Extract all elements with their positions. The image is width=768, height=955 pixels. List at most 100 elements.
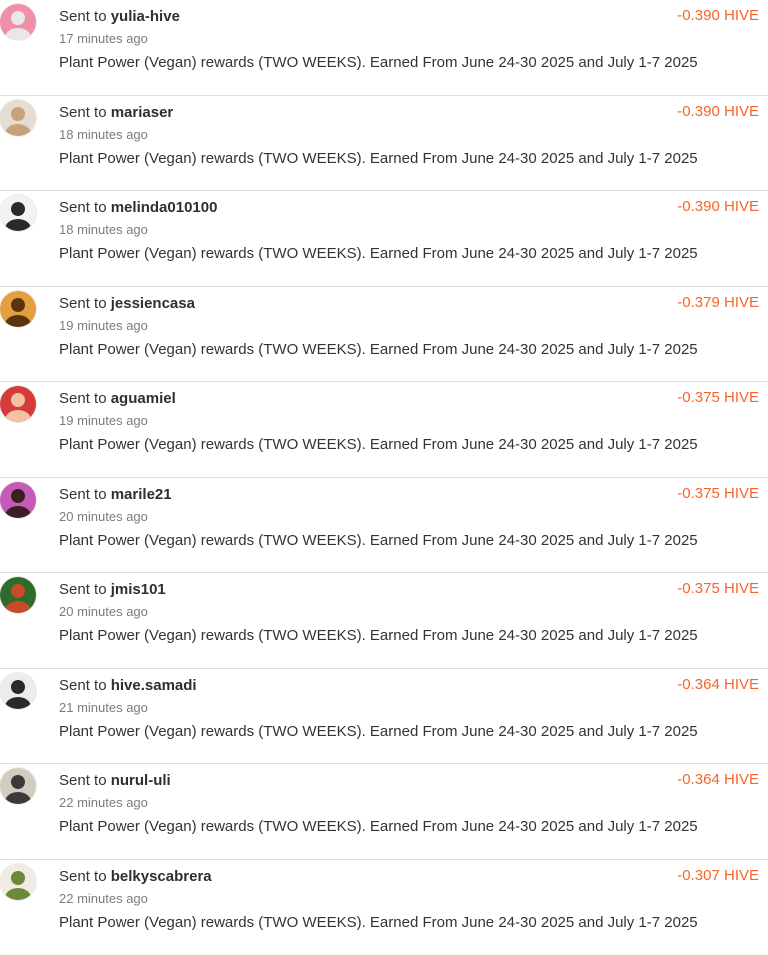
transfer-memo: Plant Power (Vegan) rewards (TWO WEEKS).… bbox=[59, 723, 698, 741]
transfer-memo: Plant Power (Vegan) rewards (TWO WEEKS).… bbox=[59, 54, 698, 72]
avatar-head bbox=[11, 680, 25, 694]
transfer-title: Sent to jmis101 bbox=[59, 581, 166, 599]
transfer-prefix: Sent to bbox=[59, 199, 107, 216]
recipient-link[interactable]: belkyscabrera bbox=[111, 868, 212, 885]
transfer-title: Sent to marile21 bbox=[59, 486, 172, 504]
recipient-link[interactable]: hive.samadi bbox=[111, 677, 197, 694]
transfer-row: Sent to mariaser 18 minutes ago Plant Po… bbox=[0, 96, 768, 192]
transfer-memo: Plant Power (Vegan) rewards (TWO WEEKS).… bbox=[59, 627, 698, 645]
transfer-amount: -0.390 HIVE bbox=[677, 103, 759, 121]
avatar-head bbox=[11, 775, 25, 789]
transfer-prefix: Sent to bbox=[59, 295, 107, 312]
transfer-timestamp: 19 minutes ago bbox=[59, 318, 148, 334]
transfer-amount: -0.390 HIVE bbox=[677, 198, 759, 216]
transfer-amount: -0.375 HIVE bbox=[677, 485, 759, 503]
avatar-head bbox=[11, 871, 25, 885]
transfer-amount: -0.364 HIVE bbox=[677, 771, 759, 789]
transfer-timestamp: 18 minutes ago bbox=[59, 127, 148, 143]
transfer-timestamp: 17 minutes ago bbox=[59, 31, 148, 47]
recipient-link[interactable]: aguamiel bbox=[111, 390, 176, 407]
transfer-memo: Plant Power (Vegan) rewards (TWO WEEKS).… bbox=[59, 914, 698, 932]
avatar[interactable] bbox=[0, 482, 36, 518]
transfer-title: Sent to aguamiel bbox=[59, 390, 176, 408]
avatar-image bbox=[0, 195, 36, 231]
transfer-prefix: Sent to bbox=[59, 8, 107, 25]
avatar[interactable] bbox=[0, 768, 36, 804]
avatar[interactable] bbox=[0, 386, 36, 422]
transfer-memo: Plant Power (Vegan) rewards (TWO WEEKS).… bbox=[59, 150, 698, 168]
transfer-prefix: Sent to bbox=[59, 772, 107, 789]
transfer-title: Sent to melinda010100 bbox=[59, 199, 217, 217]
avatar-head bbox=[11, 584, 25, 598]
avatar-image bbox=[0, 386, 36, 422]
recipient-link[interactable]: marile21 bbox=[111, 486, 172, 503]
transfer-memo: Plant Power (Vegan) rewards (TWO WEEKS).… bbox=[59, 341, 698, 359]
transfer-prefix: Sent to bbox=[59, 677, 107, 694]
transfer-title: Sent to belkyscabrera bbox=[59, 868, 212, 886]
transfer-row: Sent to hive.samadi 21 minutes ago Plant… bbox=[0, 669, 768, 765]
transfer-row: Sent to yulia-hive 17 minutes ago Plant … bbox=[0, 0, 768, 96]
transfer-row: Sent to melinda010100 18 minutes ago Pla… bbox=[0, 191, 768, 287]
avatar[interactable] bbox=[0, 673, 36, 709]
avatar-head bbox=[11, 489, 25, 503]
avatar-image bbox=[0, 291, 36, 327]
transfer-timestamp: 19 minutes ago bbox=[59, 413, 148, 429]
avatar[interactable] bbox=[0, 864, 36, 900]
transfer-row: Sent to nurul-uli 22 minutes ago Plant P… bbox=[0, 764, 768, 860]
avatar[interactable] bbox=[0, 100, 36, 136]
avatar[interactable] bbox=[0, 577, 36, 613]
transfer-amount: -0.364 HIVE bbox=[677, 676, 759, 694]
avatar-image bbox=[0, 673, 36, 709]
transfer-history-list: Sent to yulia-hive 17 minutes ago Plant … bbox=[0, 0, 768, 934]
recipient-link[interactable]: melinda010100 bbox=[111, 199, 218, 216]
transfer-title: Sent to yulia-hive bbox=[59, 8, 180, 26]
transfer-prefix: Sent to bbox=[59, 486, 107, 503]
transfer-row: Sent to belkyscabrera 22 minutes ago Pla… bbox=[0, 860, 768, 955]
avatar-image bbox=[0, 864, 36, 900]
transfer-prefix: Sent to bbox=[59, 104, 107, 121]
transfer-timestamp: 22 minutes ago bbox=[59, 795, 148, 811]
transfer-row: Sent to aguamiel 19 minutes ago Plant Po… bbox=[0, 382, 768, 478]
avatar-head bbox=[11, 11, 25, 25]
recipient-link[interactable]: nurul-uli bbox=[111, 772, 171, 789]
avatar-image bbox=[0, 482, 36, 518]
transfer-memo: Plant Power (Vegan) rewards (TWO WEEKS).… bbox=[59, 436, 698, 454]
avatar[interactable] bbox=[0, 4, 36, 40]
recipient-link[interactable]: jessiencasa bbox=[111, 295, 195, 312]
transfer-timestamp: 22 minutes ago bbox=[59, 891, 148, 907]
transfer-title: Sent to mariaser bbox=[59, 104, 173, 122]
recipient-link[interactable]: mariaser bbox=[111, 104, 174, 121]
recipient-link[interactable]: jmis101 bbox=[111, 581, 166, 598]
avatar[interactable] bbox=[0, 195, 36, 231]
avatar-image bbox=[0, 100, 36, 136]
transfer-amount: -0.379 HIVE bbox=[677, 294, 759, 312]
avatar-head bbox=[11, 107, 25, 121]
transfer-amount: -0.375 HIVE bbox=[677, 580, 759, 598]
transfer-amount: -0.390 HIVE bbox=[677, 7, 759, 25]
transfer-timestamp: 20 minutes ago bbox=[59, 604, 148, 620]
transfer-timestamp: 20 minutes ago bbox=[59, 509, 148, 525]
transfer-title: Sent to hive.samadi bbox=[59, 677, 197, 695]
recipient-link[interactable]: yulia-hive bbox=[111, 8, 180, 25]
avatar-image bbox=[0, 4, 36, 40]
transfer-memo: Plant Power (Vegan) rewards (TWO WEEKS).… bbox=[59, 818, 698, 836]
transfer-amount: -0.375 HIVE bbox=[677, 389, 759, 407]
transfer-title: Sent to jessiencasa bbox=[59, 295, 195, 313]
transfer-prefix: Sent to bbox=[59, 390, 107, 407]
avatar-head bbox=[11, 202, 25, 216]
avatar-image bbox=[0, 577, 36, 613]
avatar-image bbox=[0, 768, 36, 804]
transfer-memo: Plant Power (Vegan) rewards (TWO WEEKS).… bbox=[59, 532, 698, 550]
transfer-title: Sent to nurul-uli bbox=[59, 772, 171, 790]
transfer-prefix: Sent to bbox=[59, 581, 107, 598]
avatar-head bbox=[11, 298, 25, 312]
transfer-timestamp: 18 minutes ago bbox=[59, 222, 148, 238]
transfer-memo: Plant Power (Vegan) rewards (TWO WEEKS).… bbox=[59, 245, 698, 263]
transfer-row: Sent to marile21 20 minutes ago Plant Po… bbox=[0, 478, 768, 574]
transfer-row: Sent to jmis101 20 minutes ago Plant Pow… bbox=[0, 573, 768, 669]
transfer-row: Sent to jessiencasa 19 minutes ago Plant… bbox=[0, 287, 768, 383]
transfer-amount: -0.307 HIVE bbox=[677, 867, 759, 885]
avatar-head bbox=[11, 393, 25, 407]
transfer-prefix: Sent to bbox=[59, 868, 107, 885]
avatar[interactable] bbox=[0, 291, 36, 327]
